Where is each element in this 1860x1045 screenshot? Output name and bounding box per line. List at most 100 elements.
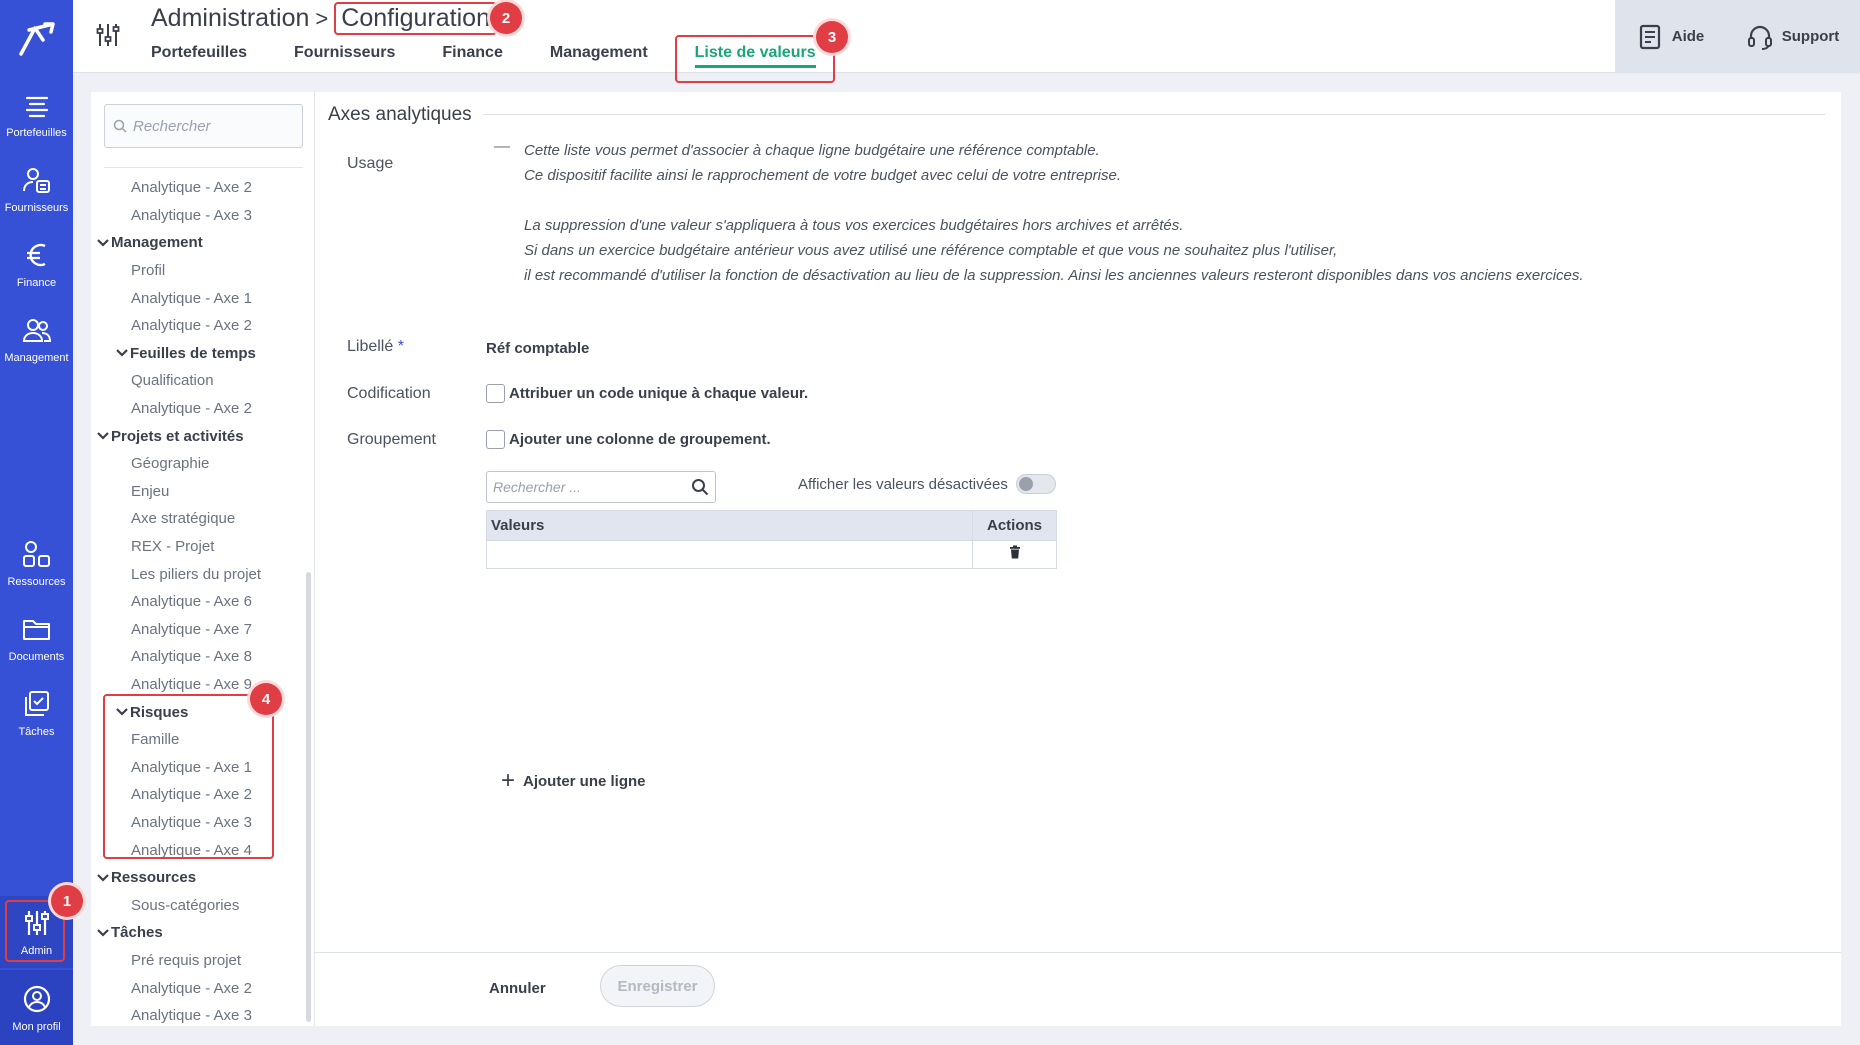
- nav-label: Portefeuilles: [6, 127, 67, 139]
- nav-portefeuilles[interactable]: Portefeuilles: [0, 78, 73, 150]
- nav-ressources[interactable]: Ressources: [0, 527, 73, 599]
- libelle-value[interactable]: Réf comptable: [486, 340, 589, 357]
- tree-item[interactable]: Analytique - Axe 2: [91, 395, 306, 423]
- folder-icon: [22, 620, 50, 640]
- highlight-tab: [675, 35, 835, 83]
- tree-item-label: Analytique - Axe 2: [131, 179, 252, 197]
- codification-checkbox-label: Attribuer un code unique à chaque valeur…: [509, 385, 809, 402]
- usage-description: Cette liste vous permet d'associer à cha…: [524, 138, 1584, 288]
- tree-item[interactable]: Analytique - Axe 1: [91, 284, 306, 312]
- tab-portefeuilles[interactable]: Portefeuilles: [151, 38, 247, 68]
- euro-icon: [26, 243, 46, 267]
- actions-cell: [972, 540, 1057, 569]
- breadcrumb-root[interactable]: Administration: [151, 4, 309, 33]
- usage-line: il est recommandé d'utiliser la fonction…: [524, 267, 1584, 284]
- tree-group[interactable]: Tâches: [91, 919, 306, 947]
- book-icon: [1639, 24, 1660, 49]
- tree-item-label: Analytique - Axe 2: [131, 317, 252, 335]
- nav-taches[interactable]: Tâches: [0, 677, 73, 749]
- tree-group[interactable]: Feuilles de temps: [91, 340, 306, 368]
- tree-item-label: Enjeu: [131, 482, 170, 500]
- search-icon[interactable]: [691, 478, 709, 496]
- nav-label: Management: [4, 352, 69, 364]
- tree-group[interactable]: Ressources: [91, 864, 306, 892]
- libelle-label: Libellé *: [347, 338, 404, 356]
- nav-fournisseurs[interactable]: Fournisseurs: [0, 153, 73, 225]
- settings-sliders-icon: [96, 24, 120, 46]
- tree-item[interactable]: Sous-catégories: [91, 891, 306, 919]
- nav-profile[interactable]: Mon profil: [0, 970, 73, 1045]
- tab-finance[interactable]: Finance: [442, 38, 502, 68]
- checkbox-box[interactable]: [486, 384, 505, 403]
- profile-icon: [23, 985, 50, 1012]
- tree-item[interactable]: Enjeu: [91, 478, 306, 506]
- tree-item[interactable]: Analytique - Axe 8: [91, 643, 306, 671]
- chevron-down-icon: [97, 239, 109, 247]
- checkbox-box[interactable]: [486, 430, 505, 449]
- chevron-down-icon: [97, 432, 109, 440]
- logo-icon: [18, 22, 55, 56]
- tasks-icon: [24, 691, 49, 716]
- trash-icon[interactable]: [1009, 545, 1021, 559]
- tree-item[interactable]: Géographie: [91, 450, 306, 478]
- add-line-button[interactable]: + Ajouter une ligne: [501, 769, 646, 793]
- nav-management[interactable]: Management: [0, 303, 73, 375]
- usage-line: Ce dispositif facilite ainsi le rapproch…: [524, 167, 1121, 184]
- table-row: [486, 540, 1057, 569]
- libelle-label-text: Libellé: [347, 338, 394, 355]
- tree-item[interactable]: REX - Projet: [91, 533, 306, 561]
- tree-item-label: Les piliers du projet: [131, 565, 262, 583]
- app-logo[interactable]: [0, 10, 73, 66]
- tree-item[interactable]: Analytique - Axe 3: [91, 1002, 306, 1030]
- help-button[interactable]: Aide: [1636, 23, 1704, 51]
- tab-fournisseurs[interactable]: Fournisseurs: [294, 38, 395, 68]
- values-search-input[interactable]: Rechercher ...: [486, 471, 716, 503]
- breadcrumb-current: Configuration: [334, 2, 497, 35]
- search-icon: [113, 119, 127, 133]
- cancel-button[interactable]: Annuler: [489, 980, 546, 997]
- nav-label: Fournisseurs: [4, 202, 69, 214]
- nav-documents[interactable]: Documents: [0, 602, 73, 674]
- tree-item[interactable]: Analytique - Axe 2: [91, 312, 306, 340]
- tree-item[interactable]: Analytique - Axe 3: [91, 202, 306, 230]
- codification-checkbox[interactable]: Attribuer un code unique à chaque valeur…: [486, 384, 808, 403]
- value-cell[interactable]: [486, 540, 974, 569]
- tree-group[interactable]: Management: [91, 229, 306, 257]
- tree-group[interactable]: Projets et activités: [91, 422, 306, 450]
- values-search-placeholder: Rechercher ...: [493, 479, 581, 495]
- usage-dash: —: [494, 138, 510, 155]
- show-disabled-switch[interactable]: [1015, 474, 1056, 494]
- tree-item[interactable]: Analytique - Axe 6: [91, 588, 306, 616]
- plus-icon: +: [501, 767, 516, 794]
- sidebar-scrollbar[interactable]: [306, 572, 311, 1022]
- tree-item[interactable]: Axe stratégique: [91, 505, 306, 533]
- tree-item[interactable]: Analytique - Axe 7: [91, 616, 306, 644]
- marker-1: 1: [51, 885, 83, 917]
- usage-line: La suppression d'une valeur s'appliquera…: [524, 217, 1184, 234]
- nav-finance[interactable]: Finance: [0, 228, 73, 300]
- sidebar-search-input[interactable]: Rechercher: [104, 104, 303, 148]
- tree-item[interactable]: Pré requis projet: [91, 947, 306, 975]
- nav-label: Finance: [16, 277, 57, 289]
- tree-item-label: Analytique - Axe 9: [131, 675, 252, 693]
- save-button[interactable]: Enregistrer: [600, 965, 715, 1007]
- marker-4: 4: [250, 683, 282, 715]
- groupement-checkbox[interactable]: Ajouter une colonne de groupement.: [486, 430, 771, 449]
- tree-item-label: Feuilles de temps: [130, 344, 256, 362]
- tree-item[interactable]: Analytique - Axe 2: [91, 174, 306, 202]
- tree-item-label: Analytique - Axe 8: [131, 648, 252, 666]
- breadcrumb: Administration > Configuration: [151, 2, 497, 35]
- groupement-label: Groupement: [347, 431, 436, 448]
- chevron-down-icon: [97, 929, 109, 937]
- tree-item-label: Sous-catégories: [131, 896, 240, 914]
- tab-management[interactable]: Management: [550, 38, 648, 68]
- sidebar-divider: [104, 167, 303, 168]
- tree-item[interactable]: Profil: [91, 257, 306, 285]
- support-button[interactable]: Support: [1746, 23, 1839, 51]
- tree-item[interactable]: Les piliers du projet: [91, 560, 306, 588]
- tree-item[interactable]: Qualification: [91, 367, 306, 395]
- values-table: Valeurs Actions: [486, 510, 1057, 569]
- usage-label: Usage: [347, 155, 394, 172]
- tree-item-label: Profil: [131, 262, 166, 280]
- tree-item[interactable]: Analytique - Axe 2: [91, 974, 306, 1002]
